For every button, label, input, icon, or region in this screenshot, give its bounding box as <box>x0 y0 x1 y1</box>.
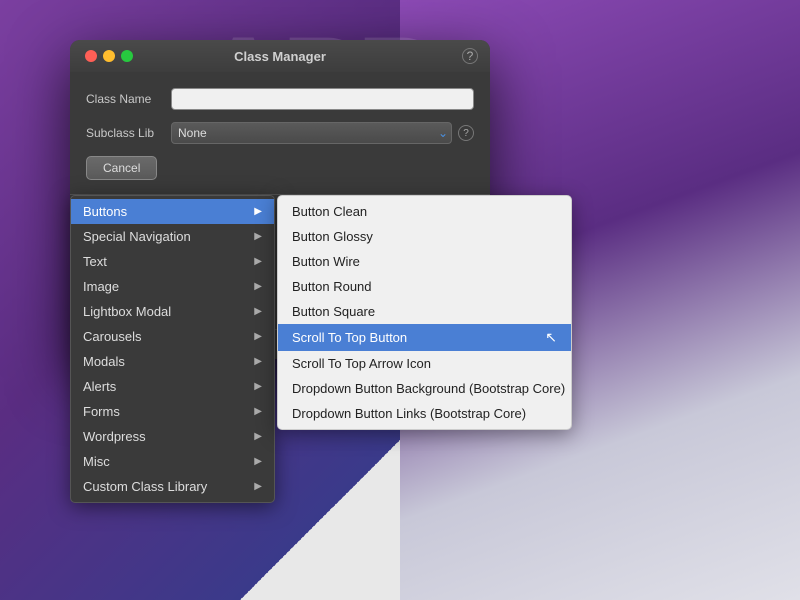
chevron-right-icon: ▶ <box>254 456 262 467</box>
chevron-right-icon: ▶ <box>254 381 262 392</box>
button-row: Cancel <box>86 156 474 180</box>
cursor-icon: ↖ <box>545 329 557 346</box>
chevron-right-icon: ▶ <box>254 356 262 367</box>
submenu-item-dropdown-button-links[interactable]: Dropdown Button Links (Bootstrap Core) <box>278 401 571 426</box>
submenu-item-button-square[interactable]: Button Square <box>278 299 571 324</box>
primary-menu: Buttons ▶ Special Navigation ▶ Text ▶ Im… <box>70 195 275 503</box>
maximize-button[interactable] <box>121 50 133 62</box>
menu-item-modals[interactable]: Modals ▶ <box>71 349 274 374</box>
dropdown-container: Buttons ▶ Special Navigation ▶ Text ▶ Im… <box>70 195 572 503</box>
menu-item-custom-class-library[interactable]: Custom Class Library ▶ <box>71 474 274 499</box>
menu-item-carousels[interactable]: Carousels ▶ <box>71 324 274 349</box>
chevron-right-icon: ▶ <box>254 481 262 492</box>
chevron-right-icon: ▶ <box>254 431 262 442</box>
menu-item-forms-label: Forms <box>83 404 120 419</box>
cancel-button[interactable]: Cancel <box>86 156 157 180</box>
menu-item-lightbox-modal[interactable]: Lightbox Modal ▶ <box>71 299 274 324</box>
menu-item-special-navigation-label: Special Navigation <box>83 229 191 244</box>
chevron-right-icon: ▶ <box>254 281 262 292</box>
subclass-select[interactable]: None <box>171 122 452 144</box>
menu-item-custom-class-library-label: Custom Class Library <box>83 479 207 494</box>
title-help-icon[interactable]: ? <box>462 48 478 64</box>
chevron-right-icon: ▶ <box>254 206 262 217</box>
menu-item-lightbox-modal-label: Lightbox Modal <box>83 304 171 319</box>
menu-item-image[interactable]: Image ▶ <box>71 274 274 299</box>
submenu-item-dropdown-button-background[interactable]: Dropdown Button Background (Bootstrap Co… <box>278 376 571 401</box>
modal-body: Class Name Subclass Lib None ⌄ ? Cancel <box>70 72 490 194</box>
submenu-item-scroll-to-top-button[interactable]: Scroll To Top Button ↖ <box>278 324 571 351</box>
submenu-item-scroll-to-top-arrow-icon[interactable]: Scroll To Top Arrow Icon <box>278 351 571 376</box>
menu-item-image-label: Image <box>83 279 119 294</box>
menu-item-misc[interactable]: Misc ▶ <box>71 449 274 474</box>
modal-window: Class Manager ? Class Name Subclass Lib … <box>70 40 490 359</box>
menu-item-text-label: Text <box>83 254 107 269</box>
chevron-right-icon: ▶ <box>254 256 262 267</box>
menu-item-wordpress[interactable]: Wordpress ▶ <box>71 424 274 449</box>
submenu-item-button-clean[interactable]: Button Clean <box>278 199 571 224</box>
chevron-right-icon: ▶ <box>254 231 262 242</box>
submenu-item-button-round[interactable]: Button Round <box>278 274 571 299</box>
class-name-row: Class Name <box>86 88 474 110</box>
menu-item-buttons[interactable]: Buttons ▶ <box>71 199 274 224</box>
menu-item-text[interactable]: Text ▶ <box>71 249 274 274</box>
title-bar: Class Manager ? <box>70 40 490 72</box>
menu-item-modals-label: Modals <box>83 354 125 369</box>
menu-item-forms[interactable]: Forms ▶ <box>71 399 274 424</box>
class-name-label: Class Name <box>86 92 171 106</box>
menu-item-carousels-label: Carousels <box>83 329 142 344</box>
submenu-item-scroll-to-top-button-label: Scroll To Top Button <box>292 330 407 345</box>
chevron-right-icon: ▶ <box>254 306 262 317</box>
chevron-right-icon: ▶ <box>254 331 262 342</box>
chevron-right-icon: ▶ <box>254 406 262 417</box>
minimize-button[interactable] <box>103 50 115 62</box>
subclass-lib-row: Subclass Lib None ⌄ ? <box>86 122 474 144</box>
class-name-input[interactable] <box>171 88 474 110</box>
submenu-item-button-wire[interactable]: Button Wire <box>278 249 571 274</box>
menu-item-misc-label: Misc <box>83 454 110 469</box>
close-button[interactable] <box>85 50 97 62</box>
menu-item-buttons-label: Buttons <box>83 204 127 219</box>
window-title: Class Manager <box>234 49 326 64</box>
menu-item-special-navigation[interactable]: Special Navigation ▶ <box>71 224 274 249</box>
subclass-help-icon[interactable]: ? <box>458 125 474 141</box>
submenu-item-button-glossy[interactable]: Button Glossy <box>278 224 571 249</box>
subclass-select-wrapper: None ⌄ <box>171 122 452 144</box>
traffic-lights <box>85 50 133 62</box>
menu-item-alerts[interactable]: Alerts ▶ <box>71 374 274 399</box>
secondary-menu: Button Clean Button Glossy Button Wire B… <box>277 195 572 430</box>
menu-item-wordpress-label: Wordpress <box>83 429 146 444</box>
subclass-lib-label: Subclass Lib <box>86 126 171 140</box>
menu-item-alerts-label: Alerts <box>83 379 116 394</box>
